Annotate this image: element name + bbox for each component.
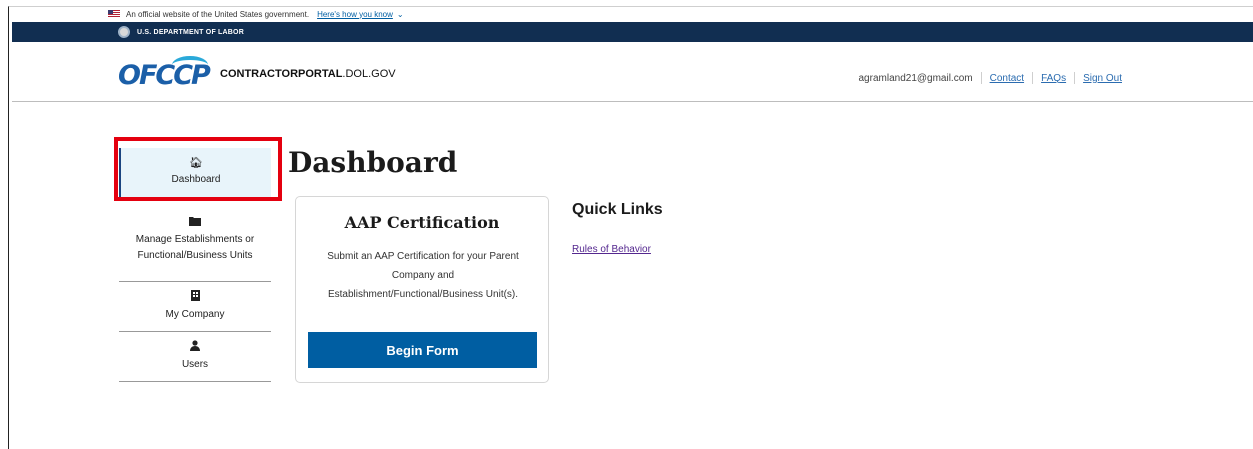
portal-name[interactable]: CONTRACTORPORTAL.DOL.GOV <box>220 68 396 80</box>
ofccp-logo-icon[interactable]: OFCCP <box>118 54 211 94</box>
contact-link[interactable]: Contact <box>990 73 1024 84</box>
user-icon <box>190 340 200 355</box>
site-header: OFCCP CONTRACTORPORTAL.DOL.GOV agramland… <box>12 42 1253 102</box>
aap-certification-card: AAP Certification Submit an AAP Certific… <box>295 196 549 383</box>
nav-item-label: Manage Establishments or Functional/Busi… <box>135 233 255 261</box>
faqs-link[interactable]: FAQs <box>1041 73 1066 84</box>
department-bar: U.S. DEPARTMENT OF LABOR <box>12 22 1253 42</box>
gov-banner: An official website of the United States… <box>108 7 404 21</box>
divider <box>980 72 982 84</box>
folder-icon <box>189 216 201 230</box>
header-user-links: agramland21@gmail.com Contact FAQs Sign … <box>858 72 1122 84</box>
highlight-annotation <box>114 137 282 201</box>
begin-form-button[interactable]: Begin Form <box>308 332 537 368</box>
card-title: AAP Certification <box>344 213 500 232</box>
us-flag-icon <box>108 10 120 18</box>
portal-name-bold: CONTRACTORPORTAL <box>220 68 343 80</box>
rules-of-behavior-link[interactable]: Rules of Behavior <box>572 244 651 255</box>
user-email: agramland21@gmail.com <box>858 72 973 84</box>
building-icon <box>190 290 200 305</box>
gov-banner-link[interactable]: Here's how you know <box>317 10 393 19</box>
chevron-down-icon[interactable]: ⌄ <box>397 10 404 19</box>
nav-item-users[interactable]: Users <box>119 332 271 382</box>
sign-out-link[interactable]: Sign Out <box>1083 73 1122 84</box>
quick-links-title: Quick Links <box>572 201 663 218</box>
divider <box>1074 72 1076 84</box>
department-name[interactable]: U.S. DEPARTMENT OF LABOR <box>137 29 244 36</box>
dol-seal-icon <box>118 26 130 38</box>
portal-name-domain: .DOL.GOV <box>342 68 396 80</box>
site-logo[interactable]: OFCCP CONTRACTORPORTAL.DOL.GOV <box>118 54 396 94</box>
nav-item-label: Users <box>181 359 209 370</box>
card-description: Submit an AAP Certification for your Par… <box>327 251 519 300</box>
divider <box>1032 72 1034 84</box>
page-title: Dashboard <box>288 146 458 179</box>
nav-item-label: My Company <box>165 309 225 320</box>
nav-item-my-company[interactable]: My Company <box>119 282 271 332</box>
logo-swoosh-icon <box>172 56 208 74</box>
gov-banner-text: An official website of the United States… <box>126 9 310 19</box>
nav-item-manage-establishments[interactable]: Manage Establishments or Functional/Busi… <box>119 198 271 282</box>
